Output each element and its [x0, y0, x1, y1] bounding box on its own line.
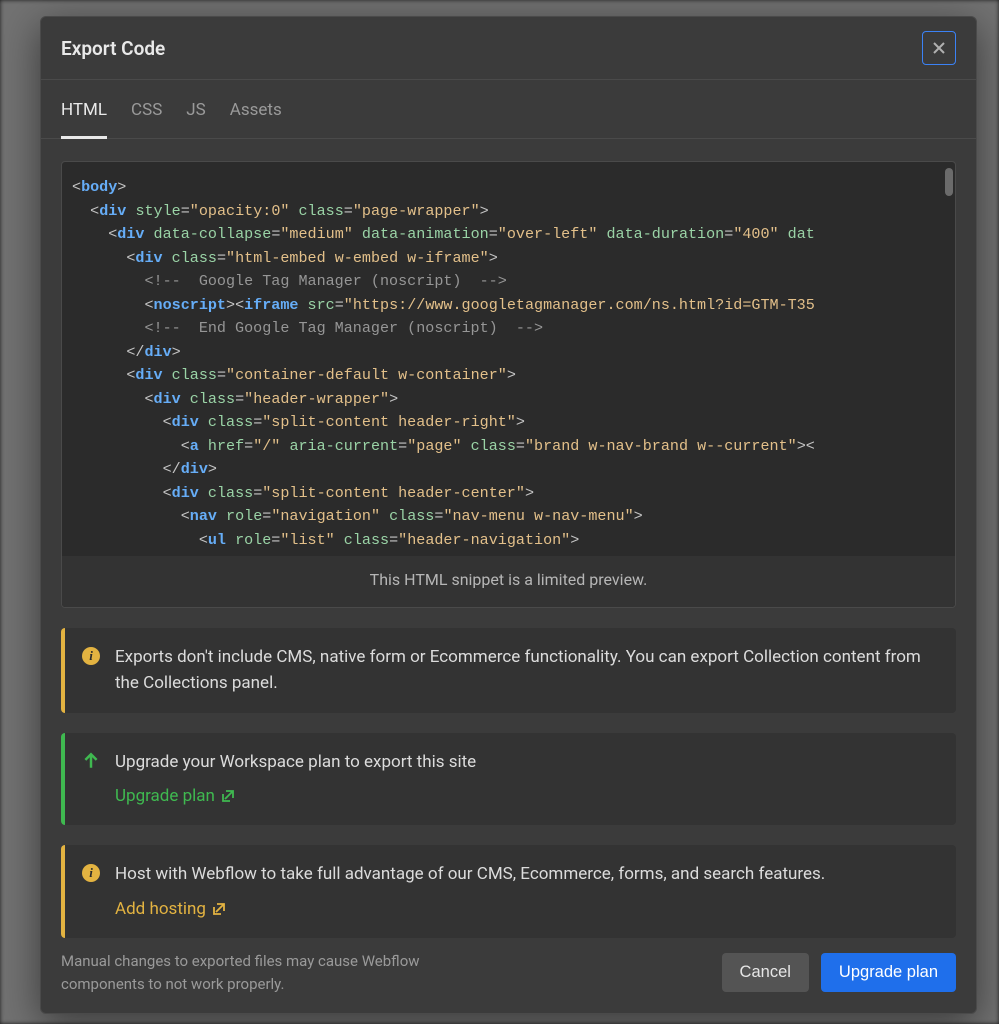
tab-html[interactable]: HTML [61, 86, 107, 139]
external-link-icon [212, 902, 226, 916]
add-hosting-link-label: Add hosting [115, 896, 206, 922]
notice-cms-text: Exports don't include CMS, native form o… [115, 644, 938, 697]
footer-actions: Cancel Upgrade plan [722, 953, 956, 992]
export-code-modal: Export Code HTML CSS JS Assets <body> <d… [40, 16, 977, 1014]
notice-upgrade-text: Upgrade your Workspace plan to export th… [115, 749, 476, 775]
modal-title: Export Code [61, 37, 165, 60]
notice-hosting: i Host with Webflow to take full advanta… [61, 845, 956, 938]
close-button[interactable] [922, 31, 956, 65]
add-hosting-link[interactable]: Add hosting [115, 896, 226, 922]
tab-bar: HTML CSS JS Assets [41, 86, 976, 139]
code-text[interactable]: <body> <div style="opacity:0" class="pag… [62, 162, 955, 556]
tab-assets[interactable]: Assets [230, 86, 282, 139]
code-preview-note: This HTML snippet is a limited preview. [62, 556, 955, 607]
cancel-button[interactable]: Cancel [722, 953, 809, 992]
upgrade-plan-link-label: Upgrade plan [115, 783, 215, 809]
info-icon: i [81, 646, 101, 666]
modal-header: Export Code [41, 17, 976, 80]
arrow-up-icon [81, 751, 101, 771]
notice-upgrade: Upgrade your Workspace plan to export th… [61, 733, 956, 826]
notice-cms: i Exports don't include CMS, native form… [61, 628, 956, 713]
footer-note: Manual changes to exported files may cau… [61, 950, 491, 995]
external-link-icon [221, 789, 235, 803]
tab-css[interactable]: CSS [131, 86, 162, 139]
tab-js[interactable]: JS [186, 86, 205, 139]
modal-content: <body> <div style="opacity:0" class="pag… [41, 139, 976, 938]
modal-footer: Manual changes to exported files may cau… [41, 938, 976, 1013]
code-preview: <body> <div style="opacity:0" class="pag… [61, 161, 956, 608]
close-icon [931, 40, 947, 56]
notice-hosting-text: Host with Webflow to take full advantage… [115, 861, 825, 887]
info-icon: i [81, 863, 101, 883]
upgrade-plan-link[interactable]: Upgrade plan [115, 783, 235, 809]
scrollbar[interactable] [945, 168, 953, 196]
upgrade-plan-button[interactable]: Upgrade plan [821, 953, 956, 992]
